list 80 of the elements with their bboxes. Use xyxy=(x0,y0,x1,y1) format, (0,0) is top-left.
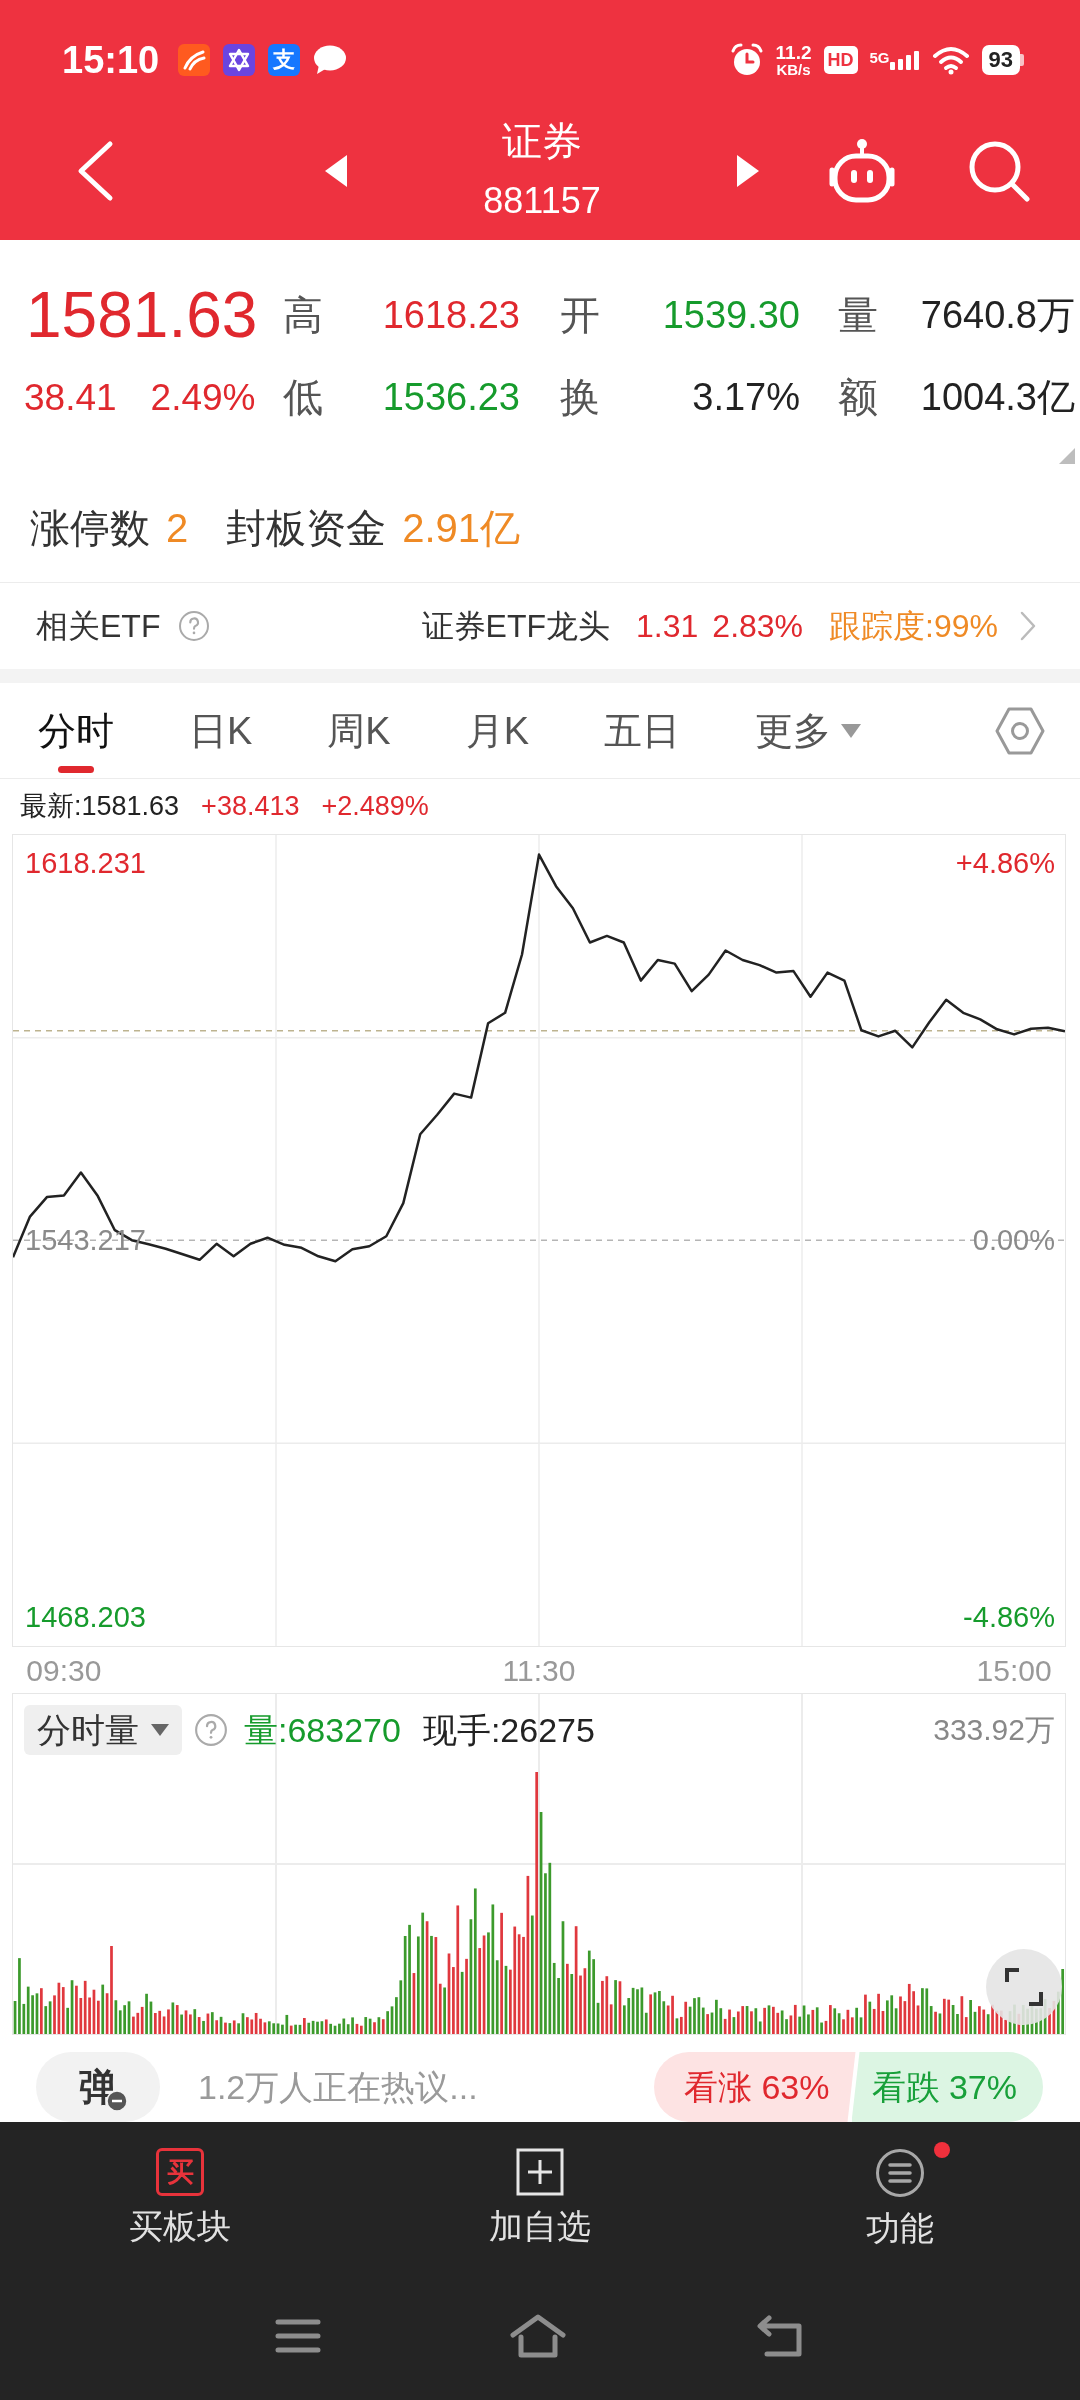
back-icon[interactable] xyxy=(755,2314,805,2358)
time-axis-label: 11:30 xyxy=(502,1656,576,1686)
volume-axis-max: 333.92万 xyxy=(933,1715,1055,1745)
next-icon[interactable] xyxy=(737,155,759,187)
stat-value: 7640.8万 xyxy=(920,296,1075,334)
latest-change: +38.413 xyxy=(201,793,300,820)
search-icon[interactable] xyxy=(967,139,1031,203)
stat-label: 换 xyxy=(560,377,601,417)
chart-tab[interactable]: 周K xyxy=(327,683,391,778)
chart-tab[interactable]: 更多 xyxy=(755,683,862,778)
stat-value: 1618.23 xyxy=(382,296,520,334)
stat-value: 1004.3亿 xyxy=(920,378,1075,416)
network-speed-unit: KB/s xyxy=(776,61,811,78)
bullish-vote-button[interactable]: 看涨 63% xyxy=(654,2052,856,2122)
percent-axis-label: +4.86% xyxy=(955,848,1055,878)
stat-label: 开 xyxy=(560,295,601,335)
limit-value: 2 xyxy=(166,508,189,548)
alarm-clock-icon xyxy=(729,43,764,77)
last-price: 1581.63 xyxy=(25,279,258,351)
chart-tab[interactable]: 分时 xyxy=(38,683,114,778)
chart-tab[interactable]: 月K xyxy=(465,683,530,778)
latest-change-percent: +2.489% xyxy=(321,793,429,820)
star-tile-icon xyxy=(223,44,256,76)
buy-icon: 买 xyxy=(156,2148,204,2196)
tracking-rate: 跟踪度:99% xyxy=(829,610,998,642)
latest-price: 最新:1581.63 xyxy=(20,793,180,820)
app-tile-icon xyxy=(178,44,211,76)
stat-value: 1536.23 xyxy=(382,378,520,416)
app-tile-icon: 支 xyxy=(268,44,301,76)
chat-bubble-icon xyxy=(313,45,348,75)
stat-label: 高 xyxy=(283,295,324,335)
menu-icon[interactable] xyxy=(275,2318,321,2354)
percent-axis-label: 0.00% xyxy=(972,1225,1055,1255)
toolbar-button[interactable]: 买 买板块 xyxy=(113,2122,247,2272)
stat-label: 额 xyxy=(838,377,879,417)
danmaku-button[interactable]: 弹 xyxy=(36,2052,160,2122)
price-axis-label: 1468.203 xyxy=(25,1602,146,1632)
network-speed: 11.2 xyxy=(775,42,812,62)
help-icon[interactable] xyxy=(194,1713,228,1747)
price-change: 38.41 xyxy=(24,378,117,416)
etf-section-label: 相关ETF xyxy=(36,610,161,642)
robot-icon[interactable] xyxy=(827,138,897,204)
caret-icon xyxy=(841,723,862,738)
stat-value: 3.17% xyxy=(692,378,800,416)
signal-icon xyxy=(889,50,920,70)
toolbar-button[interactable]: 加自选 xyxy=(473,2122,607,2272)
etf-change-percent: 2.83% xyxy=(712,610,804,642)
help-icon[interactable] xyxy=(178,610,211,642)
previous-icon[interactable] xyxy=(325,155,347,187)
current-hand-reading: 现手:26275 xyxy=(422,1713,595,1747)
chart-tab[interactable]: 日K xyxy=(189,683,253,778)
battery-indicator: 93 xyxy=(981,45,1024,75)
price-change-percent: 2.49% xyxy=(150,378,256,416)
hd-indicator: HD xyxy=(823,46,858,74)
status-time: 15:10 xyxy=(62,41,160,79)
expand-icon xyxy=(1005,1968,1043,2006)
list-circle-icon xyxy=(875,2148,925,2198)
stat-label: 量 xyxy=(838,295,879,335)
network-type: 5G xyxy=(869,50,890,65)
home-icon[interactable] xyxy=(509,2313,567,2359)
etf-name: 证券ETF龙头 xyxy=(421,610,611,642)
header-title: 证券 xyxy=(502,118,582,165)
plus-square-icon xyxy=(516,2148,564,2196)
percent-axis-label: -4.86% xyxy=(963,1602,1055,1632)
volume-mode-dropdown[interactable]: 分时量 xyxy=(24,1705,182,1755)
time-axis-label: 09:30 xyxy=(26,1656,102,1686)
time-axis-label: 15:00 xyxy=(976,1656,1052,1686)
limit-value: 2.91亿 xyxy=(402,508,521,548)
caret-icon xyxy=(151,1724,169,1736)
stat-value: 1539.30 xyxy=(662,296,800,334)
limit-label: 封板资金 xyxy=(226,508,387,548)
volume-reading: 量:683270 xyxy=(244,1713,401,1747)
stat-label: 低 xyxy=(283,377,324,417)
limit-label: 涨停数 xyxy=(30,508,150,548)
price-axis-label: 1618.231 xyxy=(25,848,146,878)
toolbar-button[interactable]: 功能 xyxy=(850,2122,950,2272)
stock-code: 881157 xyxy=(483,179,601,223)
chart-tab[interactable]: 五日 xyxy=(604,683,681,778)
etf-price: 1.31 xyxy=(636,610,699,642)
wifi-icon xyxy=(931,45,970,75)
